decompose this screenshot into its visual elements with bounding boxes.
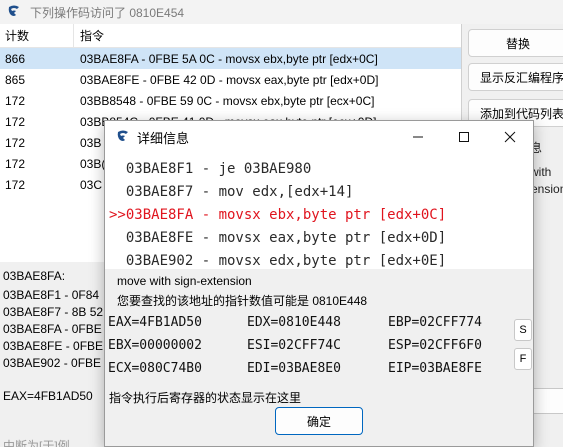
minimize-button[interactable] [395,121,441,153]
row-count: 865 [5,72,26,87]
instruction-description: move with sign-extension [117,274,252,288]
register-value: ESP=02CFF6F0 [388,338,482,353]
code-line-current[interactable]: >>03BAE8FA - movsx ebx,byte ptr [edx+0C] [109,207,446,223]
register-value: EBP=02CFF774 [388,315,482,330]
code-line[interactable]: 03BAE8F7 - mov edx,[edx+14] [109,184,354,200]
s-button[interactable]: S [514,319,532,341]
dialog-titlebar[interactable]: 详细信息 [105,121,533,153]
preview-line: 03BAE8FE - 0FBE [3,339,104,353]
row-count: 172 [5,156,26,171]
row-count: 866 [5,51,26,66]
detail-dialog: 详细信息 03BAE8F1 - je 03BAE980 03BAE8F7 - m… [104,120,534,447]
dialog-title: 详细信息 [137,130,190,146]
ok-button[interactable]: 确定 [275,407,363,435]
f-button[interactable]: F [514,348,532,370]
row-count: 172 [5,114,26,129]
maximize-button[interactable] [441,121,487,153]
register-value: EIP=03BAE8FE [388,361,482,376]
register-value: EDX=0810E448 [247,315,341,330]
main-window-titlebar: 下列操作码访问了 0810E454 [0,0,563,24]
column-header-count[interactable]: 计数 [0,24,74,47]
preview-bottom-fragment: 中断为[于]例... [3,439,80,447]
register-value: EAX=4FB1AD50 [108,315,202,330]
row-count: 172 [5,93,26,108]
row-instruction: 03BAE8FA - 0FBE 5A 0C - movsx ebx,byte p… [80,51,378,66]
close-icon [504,131,516,143]
table-row[interactable]: 866 03BAE8FA - 0FBE 5A 0C - movsx ebx,byt… [0,48,461,69]
register-value: EBX=00000002 [108,338,202,353]
minimize-icon [413,136,423,138]
row-instruction: 03B( [80,156,106,171]
row-instruction: 03BB8548 - 0FBE 59 0C - movsx ebx,byte p… [80,93,375,108]
row-instruction: 03BAE8FE - 0FBE 42 0D - movsx eax,byte p… [80,72,379,87]
preview-eax: EAX=4FB1AD50 [3,389,93,403]
cheat-engine-icon [117,130,128,141]
row-count: 172 [5,177,26,192]
list-header: 计数 指令 [0,24,461,48]
row-instruction: 03C [80,177,103,192]
disassembly-preview-pane: 03BAE8FA: 03BAE8F1 - 0F84 03BAE8F7 - 8B … [0,262,110,447]
preview-line: 03BAE8F7 - 8B 52 [3,305,104,319]
register-value: ESI=02CFF74C [247,338,341,353]
row-count: 172 [5,135,26,150]
cheat-engine-icon [8,5,19,16]
preview-address-label: 03BAE8FA: [3,269,66,283]
row-instruction: 03B [80,135,102,150]
main-window-title: 下列操作码访问了 0810E454 [30,5,185,20]
replace-button[interactable]: 替换 [468,29,563,57]
column-header-instruction[interactable]: 指令 [74,27,104,44]
table-row[interactable]: 172 03BB8548 - 0FBE 59 0C - movsx ebx,byt… [0,90,461,111]
close-button[interactable] [487,121,533,153]
maximize-icon [459,132,469,142]
preview-line: 03BAE8F1 - 0F84 [3,288,100,302]
info-text-fragment-extension: ension [531,182,563,196]
code-line[interactable]: 03BAE8F1 - je 03BAE980 [109,161,311,177]
show-disassembler-button[interactable]: 显示反汇编程序 [468,63,563,91]
preview-line: 03BAE902 - 0FBE [3,356,102,370]
register-value: ECX=080C74B0 [108,361,202,376]
pointer-hint: 您要查找的该地址的指针数值可能是 0810E448 [117,294,368,308]
preview-line: 03BAE8FA - 0FBE [3,322,102,336]
code-line[interactable]: 03BAE902 - movsx edx,byte ptr [edx+0E] [109,253,446,269]
disassembly-pane: 03BAE8F1 - je 03BAE980 03BAE8F7 - mov ed… [105,153,533,269]
register-status-hint: 指令执行后寄存器的状态显示在这里 [109,391,302,405]
table-row[interactable]: 865 03BAE8FE - 0FBE 42 0D - movsx eax,byt… [0,69,461,90]
code-line[interactable]: 03BAE8FE - movsx eax,byte ptr [edx+0D] [109,230,446,246]
register-value: EDI=03BAE8E0 [247,361,341,376]
